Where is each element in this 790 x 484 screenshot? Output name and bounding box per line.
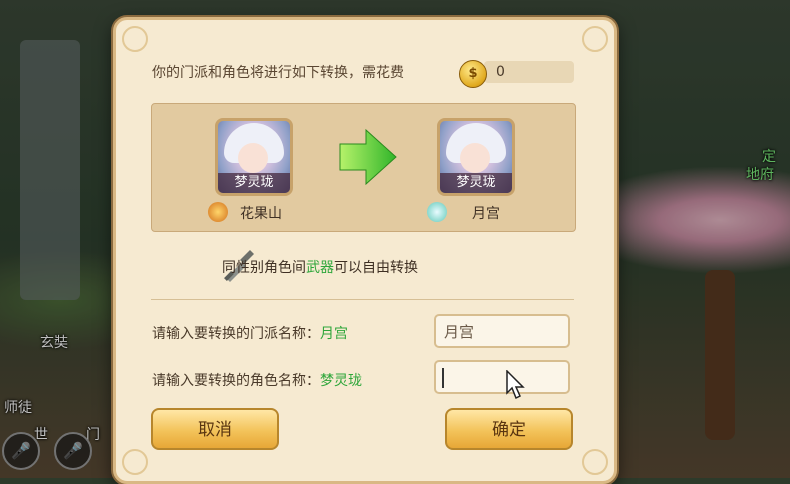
note-highlight: 武器 [306, 260, 334, 276]
corner-ornament [582, 26, 608, 52]
role-prompt: 请输入要转换的角色名称： [152, 373, 320, 389]
role-field-label: 请输入要转换的角色名称：梦灵珑 [152, 370, 362, 390]
to-sect-name: 月宫 [472, 206, 500, 222]
weapon-note: 同性别角色间武器可以自由转换 [222, 257, 418, 277]
cancel-button[interactable]: 取消 [151, 408, 279, 450]
role-name-input[interactable] [434, 360, 570, 394]
flame-sect-icon [208, 202, 228, 222]
transfer-dialog: 你的门派和角色将进行如下转换，需花费 $ 0 梦灵珑 梦灵珑 花果山 月宫 同性… [113, 17, 617, 484]
face-shape [460, 143, 490, 173]
mouse-pointer-icon [506, 370, 525, 400]
gold-coin-icon: $ [459, 60, 487, 88]
green-arrow-icon [339, 128, 397, 186]
role-hint: 梦灵珑 [320, 373, 362, 389]
cost-amount: 0 [496, 64, 505, 80]
note-text-before: 同性别角色间 [222, 260, 306, 276]
sect-prompt: 请输入要转换的门派名称： [152, 326, 320, 342]
moon-sect-icon [427, 202, 447, 222]
to-character-portrait: 梦灵珑 [437, 118, 515, 196]
from-character-portrait: 梦灵珑 [215, 118, 293, 196]
divider [151, 299, 574, 300]
face-shape [238, 143, 268, 173]
text-caret [442, 368, 444, 388]
confirm-button[interactable]: 确定 [445, 408, 573, 450]
sect-hint: 月宫 [320, 326, 348, 342]
note-text-after: 可以自由转换 [334, 260, 418, 276]
sect-field-label: 请输入要转换的门派名称：月宫 [152, 323, 348, 343]
from-sect-name: 花果山 [240, 206, 282, 222]
from-character-name: 梦灵珑 [218, 173, 290, 193]
corner-ornament [582, 449, 608, 475]
sect-name-input[interactable] [434, 314, 570, 348]
corner-ornament [122, 26, 148, 52]
corner-ornament [122, 449, 148, 475]
to-character-name: 梦灵珑 [440, 173, 512, 193]
transfer-preview: 梦灵珑 梦灵珑 花果山 月宫 [151, 103, 576, 232]
cost-description: 你的门派和角色将进行如下转换，需花费 [152, 65, 404, 81]
